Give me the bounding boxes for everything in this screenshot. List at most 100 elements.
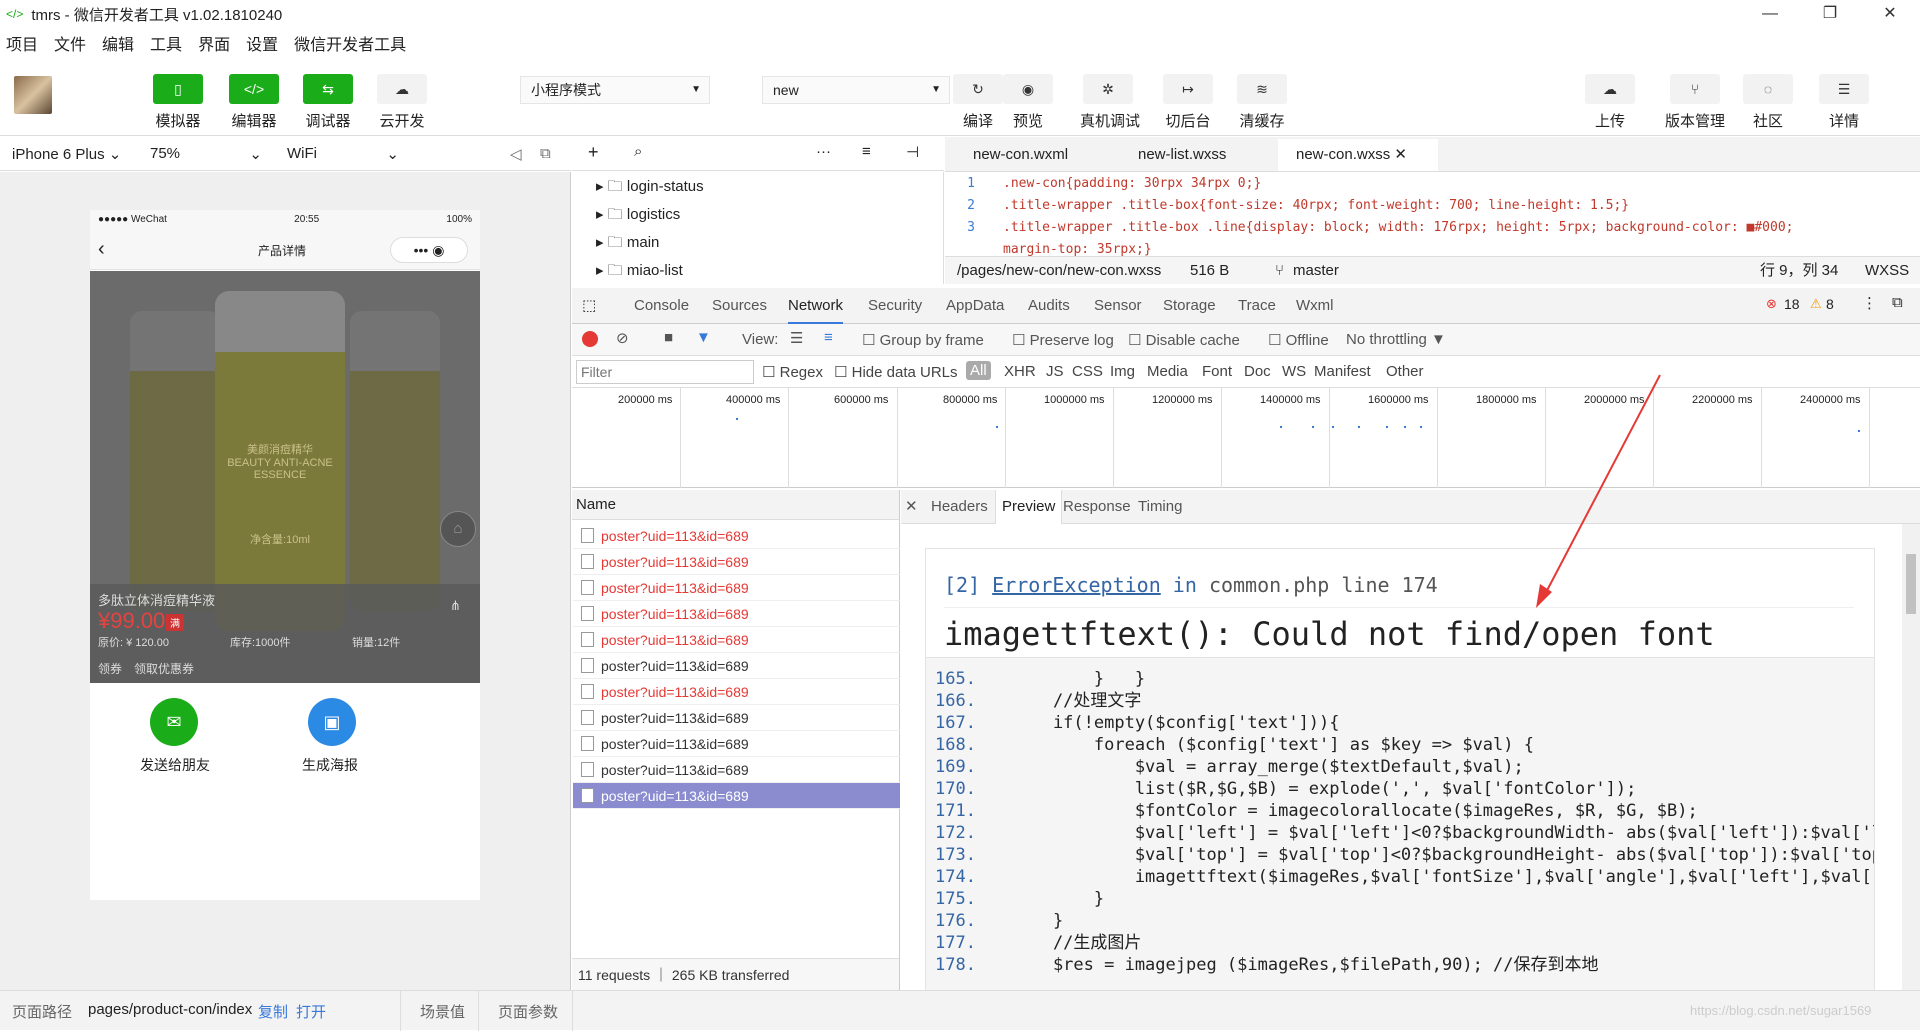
scene-value[interactable]: 场景值	[420, 1001, 465, 1022]
open-link[interactable]: 打开	[296, 1001, 326, 1022]
menu-wechat-devtools[interactable]: 微信开发者工具	[294, 31, 406, 55]
preserve-log-checkbox[interactable]: ☐ Preserve log	[1012, 331, 1114, 349]
device-select[interactable]: iPhone 6 Plus ⌄	[12, 145, 121, 163]
tab-new-list-wxss[interactable]: new-list.wxss	[1120, 139, 1244, 171]
code-editor[interactable]: 1 .new-con{padding: 30rpx 34rpx 0;} 2 .tit…	[945, 172, 1920, 256]
folder-logistics[interactable]: ▸ 🗀 logistics	[596, 204, 680, 229]
type-css[interactable]: CSS	[1072, 363, 1103, 380]
preview-button[interactable]: ◉ 预览	[1000, 74, 1056, 131]
close-icon[interactable]: ✕	[1394, 146, 1407, 163]
community-button[interactable]: ◌ 社区	[1740, 74, 1796, 131]
upload-button[interactable]: ☁ 上传	[1582, 74, 1638, 131]
disable-cache-checkbox[interactable]: ☐ Disable cache	[1128, 331, 1240, 349]
popout-icon[interactable]: ⧉	[540, 145, 551, 162]
hide-data-urls-checkbox[interactable]: ☐ Hide data URLs	[834, 363, 958, 381]
tab-new-con-wxss[interactable]: new-con.wxss ✕	[1278, 139, 1438, 171]
tab-network[interactable]: Network	[788, 288, 844, 324]
menu-file[interactable]: 文件	[54, 31, 86, 55]
simulator-button[interactable]: ▯ 模拟器	[150, 74, 206, 131]
type-img[interactable]: Img	[1110, 363, 1135, 380]
waterfall-icon[interactable]: ≡	[824, 329, 833, 346]
generate-poster-label[interactable]: 生成海报	[302, 755, 358, 775]
search-icon[interactable]: ⌕	[634, 143, 642, 160]
warning-count[interactable]: 8	[1826, 296, 1834, 312]
background-button[interactable]: ↦ 切后台	[1160, 74, 1216, 131]
type-font[interactable]: Font	[1202, 363, 1232, 380]
share-friend-label[interactable]: 发送给朋友	[140, 755, 210, 775]
tab-sources[interactable]: Sources	[712, 288, 767, 324]
compile-button[interactable]: ↻ 编译	[950, 74, 1006, 131]
request-row[interactable]: poster?uid=113&id=689	[573, 549, 900, 575]
kebab-icon[interactable]: ⋮	[1862, 294, 1877, 312]
request-row[interactable]: poster?uid=113&id=689	[573, 679, 900, 705]
group-by-frame-checkbox[interactable]: ☐ Group by frame	[862, 331, 984, 349]
home-icon[interactable]: ⌂	[440, 511, 476, 547]
tab-trace[interactable]: Trace	[1238, 288, 1276, 324]
tab-appdata[interactable]: AppData	[946, 288, 1004, 324]
type-manifest[interactable]: Manifest	[1314, 363, 1371, 380]
share-icon[interactable]: ⋔	[450, 598, 461, 614]
tab-preview[interactable]: Preview	[995, 490, 1063, 524]
debugger-button[interactable]: ⇆ 调试器	[300, 74, 356, 131]
tab-audits[interactable]: Audits	[1028, 288, 1070, 324]
wechat-icon[interactable]: ✉	[150, 698, 198, 746]
request-row[interactable]: poster?uid=113&id=689	[573, 705, 900, 731]
request-row[interactable]: poster?uid=113&id=689	[573, 627, 900, 653]
menu-project[interactable]: 项目	[6, 31, 38, 55]
error-count[interactable]: 18	[1784, 296, 1800, 312]
clear-cache-button[interactable]: ≋ 清缓存	[1234, 74, 1290, 131]
type-ws[interactable]: WS	[1282, 363, 1306, 380]
request-row[interactable]: poster?uid=113&id=689	[573, 523, 900, 549]
filter-input[interactable]	[576, 360, 754, 384]
remote-debug-button[interactable]: ✲ 真机调试	[1080, 74, 1140, 131]
request-row[interactable]: poster?uid=113&id=689	[573, 757, 900, 783]
scrollbar-thumb[interactable]	[1906, 554, 1916, 614]
menu-settings[interactable]: 设置	[246, 31, 278, 55]
tab-new-con-wxml[interactable]: new-con.wxml	[955, 139, 1086, 171]
avatar[interactable]	[14, 76, 52, 114]
camera-icon[interactable]: ■	[664, 329, 673, 346]
back-icon[interactable]: ‹	[98, 238, 105, 261]
tab-console[interactable]: Console	[634, 288, 689, 324]
collapse-icon[interactable]: ≡	[862, 143, 871, 160]
folder-miao-list[interactable]: ▸ 🗀 miao-list	[596, 260, 683, 285]
dock-icon[interactable]: ⧉	[1892, 294, 1903, 311]
compile-mode-select[interactable]: new ▼	[762, 76, 950, 104]
record-icon[interactable]	[582, 331, 598, 347]
coupon-action[interactable]: 领取优惠券	[134, 660, 194, 677]
filter-icon[interactable]: ▼	[696, 329, 711, 346]
tab-timing[interactable]: Timing	[1138, 498, 1182, 515]
mode-select[interactable]: 小程序模式 ▼	[520, 76, 710, 104]
minimize-button[interactable]: —	[1740, 0, 1800, 28]
network-select[interactable]: WiFi ⌄	[287, 145, 399, 163]
tab-sensor[interactable]: Sensor	[1094, 288, 1142, 324]
menu-tools[interactable]: 工具	[150, 31, 182, 55]
request-row[interactable]: poster?uid=113&id=689	[573, 601, 900, 627]
menu-edit[interactable]: 编辑	[102, 31, 134, 55]
throttling-select[interactable]: No throttling ▼	[1346, 331, 1446, 348]
tab-wxml[interactable]: Wxml	[1296, 288, 1334, 324]
type-media[interactable]: Media	[1147, 363, 1188, 380]
maximize-button[interactable]: ❐	[1800, 0, 1860, 28]
request-row[interactable]: poster?uid=113&id=689	[573, 731, 900, 757]
tab-security[interactable]: Security	[868, 288, 922, 324]
regex-checkbox[interactable]: ☐ Regex	[762, 363, 823, 381]
preview-scrollbar[interactable]	[1902, 524, 1920, 990]
inspect-icon[interactable]: ⬚	[582, 296, 596, 314]
copy-link[interactable]: 复制	[258, 1001, 288, 1022]
clear-icon[interactable]: ⊘	[616, 329, 629, 347]
capsule-menu[interactable]: ••• ◉	[390, 237, 468, 263]
version-button[interactable]: ⑂ 版本管理	[1660, 74, 1730, 131]
image-icon[interactable]: ▣	[308, 698, 356, 746]
split-icon[interactable]: ⊣	[906, 143, 919, 161]
tab-storage[interactable]: Storage	[1163, 288, 1216, 324]
zoom-select[interactable]: 75% ⌄	[150, 145, 262, 163]
type-all[interactable]: All	[966, 361, 991, 380]
name-column-header[interactable]: Name	[572, 490, 900, 520]
page-params[interactable]: 页面参数	[498, 1001, 558, 1022]
close-icon[interactable]: ✕	[905, 497, 918, 515]
type-js[interactable]: JS	[1046, 363, 1064, 380]
offline-checkbox[interactable]: ☐ Offline	[1268, 331, 1329, 349]
tab-response[interactable]: Response	[1063, 498, 1131, 515]
more-icon[interactable]: ···	[816, 143, 831, 160]
